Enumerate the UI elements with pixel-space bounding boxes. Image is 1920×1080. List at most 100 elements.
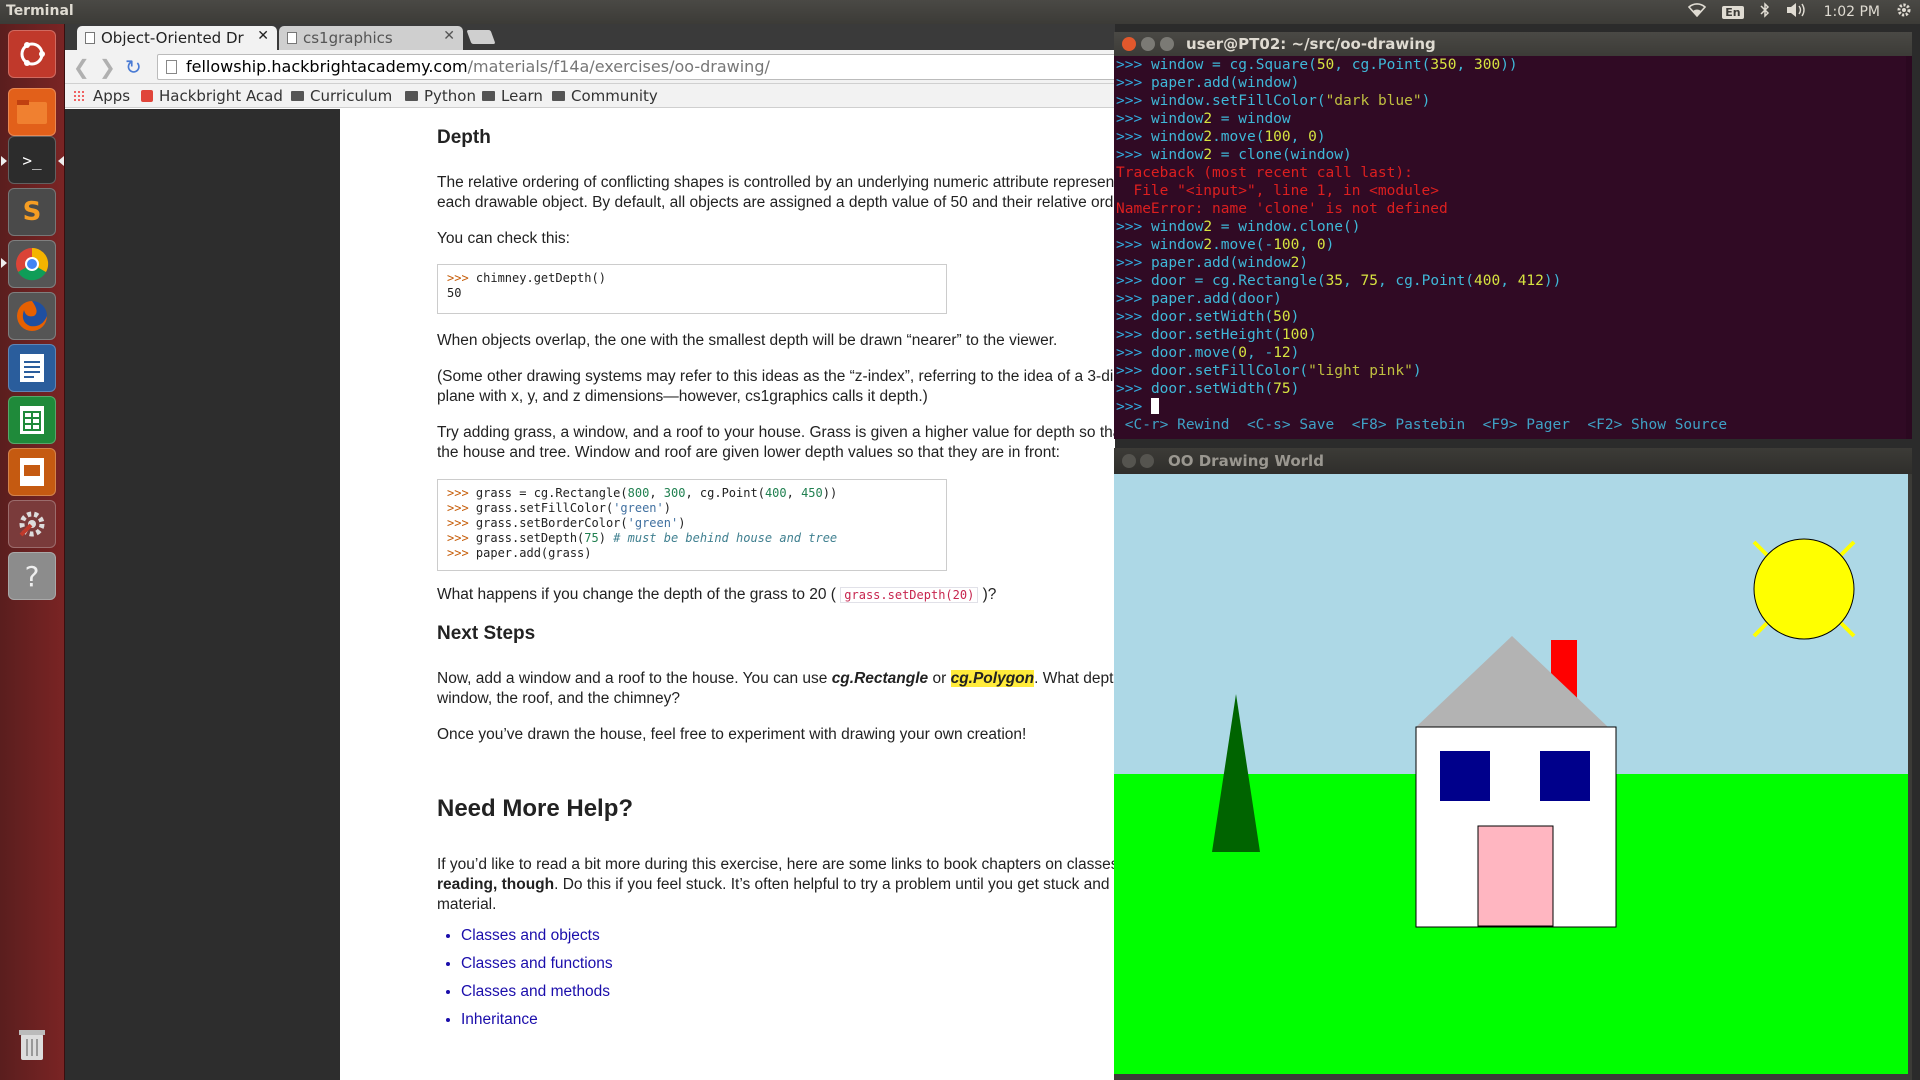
- drawing-canvas[interactable]: [1114, 474, 1908, 1074]
- link-classes-and-objects[interactable]: Classes and objects: [461, 927, 613, 955]
- bookmark-curriculum[interactable]: Curriculum: [291, 87, 392, 105]
- bookmarks-bar: Apps Hackbright Acad Curriculum Python L…: [65, 84, 1115, 108]
- close-icon[interactable]: [1122, 454, 1136, 468]
- link-inheritance[interactable]: Inheritance: [461, 1011, 613, 1039]
- text: . Do this if you feel stuck. It’s often …: [554, 876, 1115, 893]
- url-path: /materials/f14a/exercises/oo-drawing/: [467, 57, 770, 76]
- minimize-icon[interactable]: [1141, 37, 1155, 51]
- system-settings-icon[interactable]: [8, 500, 56, 548]
- page-icon: [166, 60, 177, 74]
- paragraph-line: material.: [437, 896, 497, 913]
- bookmark-label: Community: [571, 87, 658, 105]
- sublime-text-icon[interactable]: S: [8, 188, 56, 236]
- tab-cs1graphics[interactable]: cs1graphics ✕: [279, 26, 463, 50]
- bookmark-label: Curriculum: [310, 87, 393, 105]
- code-comment: # must be behind house and tree: [613, 531, 838, 545]
- paragraph-line: Now, add a window and a roof to the hous…: [437, 669, 1115, 689]
- terminal-command-line: >>> door.setWidth(50): [1116, 309, 1300, 325]
- gear-icon[interactable]: [1896, 2, 1912, 22]
- minimize-icon[interactable]: [1140, 454, 1154, 468]
- page-icon: [287, 32, 297, 44]
- bookmark-python[interactable]: Python: [405, 87, 476, 105]
- terminal-command-line: >>> paper.add(window2): [1116, 255, 1309, 271]
- focused-indicator: [58, 156, 64, 166]
- system-tray: En 1:02 PM: [1688, 2, 1912, 22]
- bluetooth-icon[interactable]: [1760, 2, 1770, 22]
- drawing-window-title: OO Drawing World: [1168, 452, 1324, 470]
- clock[interactable]: 1:02 PM: [1824, 4, 1880, 20]
- tab-object-oriented-drawing[interactable]: Object-Oriented Dr ✕: [77, 26, 277, 50]
- link-classes-and-methods[interactable]: Classes and methods: [461, 983, 613, 1011]
- code-prompt: >>>: [447, 531, 476, 545]
- unity-launcher: >_ S ?: [0, 24, 65, 1080]
- code-block-getdepth: >>> chimney.getDepth() 50: [437, 264, 947, 314]
- emphasis-highlighted: cg.Polygon: [950, 670, 1035, 687]
- text: What happens if you change the depth of …: [437, 586, 836, 603]
- terminal-prompt-line[interactable]: >>>: [1116, 398, 1906, 416]
- terminal-error-line: NameError: name 'clone' is not defined: [1116, 201, 1448, 217]
- sun: [1753, 538, 1855, 640]
- tab-strip: Object-Oriented Dr ✕ cs1graphics ✕: [65, 24, 1115, 50]
- maximize-icon[interactable]: [1160, 37, 1174, 51]
- terminal-output[interactable]: >>> window = cg.Square(50, cg.Point(350,…: [1116, 56, 1906, 439]
- code-text: ,: [786, 486, 802, 500]
- drawing-window-titlebar: OO Drawing World: [1114, 448, 1912, 474]
- code-output: 50: [447, 286, 462, 300]
- terminal-command-line: >>> paper.add(window): [1116, 75, 1300, 91]
- paragraph: You can check this:: [437, 230, 570, 247]
- bookmark-community[interactable]: Community: [552, 87, 658, 105]
- terminal-command-line: >>> window2 = clone(window): [1116, 147, 1352, 163]
- bookmark-label: Python: [424, 87, 476, 105]
- window-left: [1440, 751, 1490, 801]
- bookmark-apps[interactable]: Apps: [73, 87, 130, 105]
- terminal-icon[interactable]: >_: [8, 136, 56, 184]
- apps-grid-icon: [73, 90, 85, 102]
- terminal-titlebar: user@PT02: ~/src/oo-drawing: [1114, 32, 1912, 56]
- wifi-icon[interactable]: [1688, 3, 1707, 21]
- paragraph-line: If you’d like to read a bit more during …: [437, 855, 1115, 875]
- libreoffice-impress-icon[interactable]: [8, 448, 56, 496]
- paragraph-line: each drawable object. By default, all ob…: [437, 194, 1115, 211]
- terminal-command-line: >>> door.setHeight(100): [1116, 327, 1317, 343]
- close-icon[interactable]: ✕: [443, 28, 455, 44]
- code-number: 75: [584, 531, 599, 545]
- heading-next-steps: Next Steps: [437, 623, 536, 644]
- bold-text: reading, though: [437, 876, 555, 893]
- back-arrow-icon[interactable]: ❮: [73, 55, 90, 79]
- code-number: 800: [627, 486, 650, 500]
- bookmark-hackbright[interactable]: Hackbright Acad: [141, 87, 283, 105]
- url-bar[interactable]: fellowship.hackbrightacademy.com/materia…: [157, 54, 1127, 80]
- keyboard-layout-indicator[interactable]: En: [1722, 5, 1744, 19]
- paragraph: When objects overlap, the one with the s…: [437, 332, 1058, 349]
- files-icon[interactable]: [8, 88, 56, 136]
- code-text: ): [663, 501, 671, 515]
- code-prompt: >>>: [447, 271, 469, 285]
- libreoffice-writer-icon[interactable]: [8, 344, 56, 392]
- ubuntu-dash-icon[interactable]: [8, 30, 56, 78]
- close-icon[interactable]: ✕: [257, 28, 269, 44]
- terminal-scrollbar[interactable]: [1906, 56, 1912, 439]
- reload-icon[interactable]: ↻: [125, 55, 142, 79]
- bookmark-learn[interactable]: Learn: [482, 87, 543, 105]
- trash-icon[interactable]: [8, 1020, 56, 1068]
- code-text: , cg.Point(: [685, 486, 765, 500]
- hackbright-icon: [141, 90, 153, 102]
- chrome-icon[interactable]: [8, 240, 56, 288]
- firefox-icon[interactable]: [8, 292, 56, 340]
- terminal-command-line: >>> window2 = window.clone(): [1116, 219, 1361, 235]
- folder-icon: [482, 91, 495, 101]
- code-string: 'green': [613, 501, 664, 515]
- paragraph-line: window, the roof, and the chimney?: [437, 690, 680, 707]
- window-right: [1540, 751, 1590, 801]
- top-panel: Terminal En 1:02 PM: [0, 0, 1920, 24]
- close-icon[interactable]: [1122, 37, 1136, 51]
- active-app-title: Terminal: [6, 3, 74, 19]
- help-icon[interactable]: ?: [8, 552, 56, 600]
- forward-arrow-icon[interactable]: ❯: [99, 55, 116, 79]
- volume-icon[interactable]: [1786, 2, 1808, 22]
- new-tab-button[interactable]: [466, 30, 496, 44]
- heading-depth: Depth: [437, 127, 491, 148]
- libreoffice-calc-icon[interactable]: [8, 396, 56, 444]
- terminal-error-line: Traceback (most recent call last):: [1116, 165, 1413, 181]
- link-classes-and-functions[interactable]: Classes and functions: [461, 955, 613, 983]
